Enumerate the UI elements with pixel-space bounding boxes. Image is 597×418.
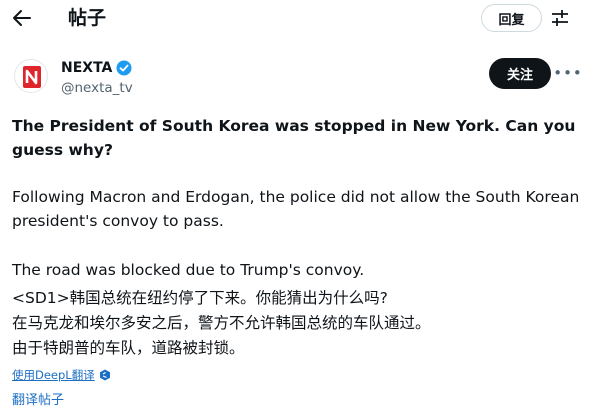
- deepl-icon: [99, 369, 110, 381]
- post-zh-line-1: <SD1>韩国总统在纽约停了下来。你能猜出为什么吗?: [12, 289, 388, 307]
- post-zh-line-2: 在马克龙和埃尔多安之后，警方不允许韩国总统的车队通过。: [12, 314, 431, 332]
- deepl-translate-label: 使用DeepL翻译: [12, 368, 95, 382]
- settings-button[interactable]: [548, 6, 572, 30]
- more-options-icon[interactable]: •••: [553, 64, 582, 82]
- translate-post-link[interactable]: 翻译帖子: [12, 389, 64, 408]
- nexta-logo-icon: [23, 66, 41, 88]
- reply-button[interactable]: 回复: [481, 4, 542, 32]
- top-bar: 帖子 回复: [0, 0, 597, 38]
- back-button[interactable]: [8, 4, 36, 32]
- post-paragraph-1: Following Macron and Erdogan, the police…: [12, 188, 580, 230]
- post-title: The President of South Korea was stopped…: [12, 117, 576, 159]
- post-paragraph-2: The road was blocked due to Trump's conv…: [12, 261, 365, 279]
- deepl-translate-link[interactable]: 使用DeepL翻译: [12, 367, 111, 383]
- page-title: 帖子: [68, 7, 107, 29]
- author-handle[interactable]: @nexta_tv: [61, 79, 133, 97]
- follow-button[interactable]: 关注: [489, 58, 551, 89]
- author-name[interactable]: NEXTA: [61, 59, 132, 77]
- verified-badge-icon: [116, 60, 132, 76]
- avatar[interactable]: [14, 59, 48, 93]
- arrow-left-icon: [13, 10, 31, 26]
- sliders-icon: [552, 10, 568, 26]
- author-name-label: NEXTA: [61, 60, 113, 76]
- post-zh-line-3: 由于特朗普的车队，道路被封锁。: [12, 339, 245, 357]
